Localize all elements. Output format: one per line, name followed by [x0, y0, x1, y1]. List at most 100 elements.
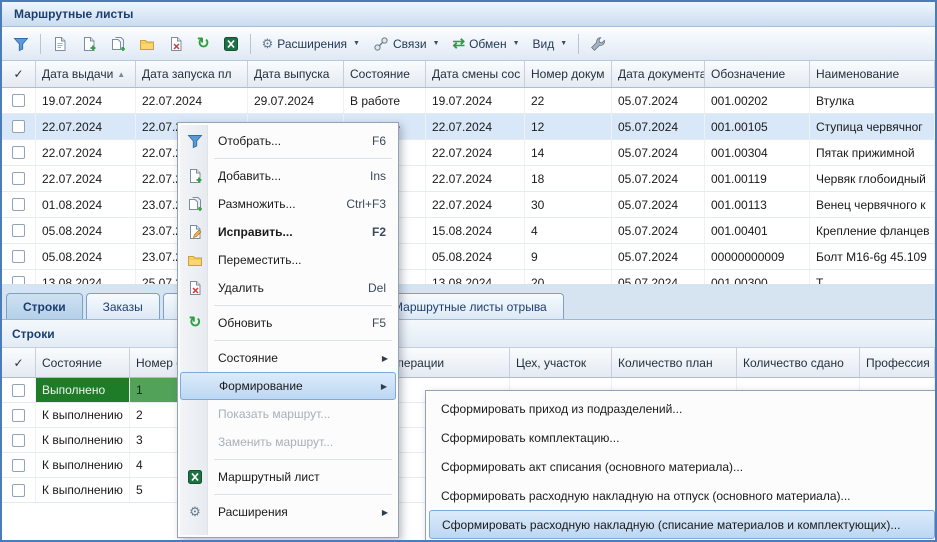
extensions-dropdown[interactable]: ⚙ Расширения ▼ [257, 32, 365, 56]
view-dropdown[interactable]: Вид ▼ [528, 32, 573, 56]
cell: 05.08.2024 [36, 218, 136, 243]
route-sheets-table: ✓ Дата выдачи▲ Дата запуска пл Дата выпу… [2, 61, 935, 284]
row-checkbox[interactable] [12, 459, 25, 472]
row-checkbox[interactable] [12, 198, 25, 211]
column-header-release-date[interactable]: Дата выпуска [248, 61, 344, 87]
cell: К выполнению [36, 403, 130, 427]
column-header-state[interactable]: Состояние [36, 348, 130, 377]
page-plus-icon [81, 36, 97, 52]
menu-item-filter[interactable]: Отобрать... F6 [180, 127, 396, 155]
settings-wrench-button[interactable] [585, 32, 611, 56]
table-row-selected[interactable]: 22.07.2024 22.07.2024 26.07.2024 В работ… [2, 114, 935, 140]
app-window: Маршрутные листы ↻ ⚙ Расширения ▼ Связи … [0, 0, 937, 542]
sort-asc-icon: ▲ [117, 70, 125, 79]
move-button[interactable] [134, 32, 160, 56]
row-checkbox[interactable] [12, 94, 25, 107]
cell: 001.00401 [705, 218, 810, 243]
cell [2, 378, 36, 402]
delete-button[interactable] [163, 32, 189, 56]
cell: 22.07.2024 [36, 140, 136, 165]
add-button[interactable] [76, 32, 102, 56]
column-header-qty-done[interactable]: Количество сдано [737, 348, 860, 377]
submenu-item-expense-invoice[interactable]: Сформировать расходную накладную (списан… [429, 510, 935, 539]
row-checkbox[interactable] [12, 484, 25, 497]
table-row[interactable]: 19.07.2024 22.07.2024 29.07.2024 В работ… [2, 88, 935, 114]
filter-button[interactable] [8, 32, 34, 56]
table-row[interactable]: 22.07.2024 22.07.2024 22.07.2024 18 05.0… [2, 166, 935, 192]
submenu-item-incoming[interactable]: Сформировать приход из подразделений... [429, 394, 935, 423]
refresh-button[interactable]: ↻ [192, 32, 215, 56]
column-header-name[interactable]: Наименование [810, 61, 935, 87]
column-header-shop-section[interactable]: Цех, участок [510, 348, 612, 377]
exchange-dropdown[interactable]: ⇄ Обмен ▼ [448, 32, 525, 56]
menu-item-add[interactable]: Добавить... Ins [180, 162, 396, 190]
cell: 14 [525, 140, 612, 165]
row-checkbox[interactable] [12, 276, 25, 284]
column-header-launch-date[interactable]: Дата запуска пл [136, 61, 248, 87]
cell: Венец червячного к [810, 192, 935, 217]
duplicate-button[interactable] [105, 32, 131, 56]
column-header-state[interactable]: Состояние [344, 61, 426, 87]
funnel-icon [13, 36, 29, 52]
column-header-state-change-date[interactable]: Дата смены сос [426, 61, 525, 87]
menu-item-delete[interactable]: Удалить Del [180, 274, 396, 302]
menu-separator [214, 340, 392, 341]
menu-item-refresh[interactable]: ↻ Обновить F5 [180, 309, 396, 337]
tab-rows[interactable]: Строки [6, 293, 83, 319]
cell: 05.08.2024 [426, 244, 525, 269]
column-header-operations[interactable]: Операции [382, 348, 510, 377]
row-checkbox[interactable] [12, 384, 25, 397]
table-row-partial[interactable]: 13.08.2024 25.07.2024 13.08.2024 20 05.0… [2, 270, 935, 284]
column-header-doc-number[interactable]: Номер докум [525, 61, 612, 87]
cell: 19.07.2024 [36, 88, 136, 113]
menu-item-state[interactable]: Состояние ▶ [180, 344, 396, 372]
links-dropdown[interactable]: Связи ▼ [368, 32, 445, 56]
column-header-issue-date[interactable]: Дата выдачи▲ [36, 61, 136, 87]
table-row[interactable]: 05.08.2024 23.07.2024 15.08.2024 4 05.07… [2, 218, 935, 244]
submenu-item-issue-invoice[interactable]: Сформировать расходную накладную на отпу… [429, 481, 935, 510]
submenu-item-writeoff-act[interactable]: Сформировать акт списания (основного мат… [429, 452, 935, 481]
row-checkbox[interactable] [12, 120, 25, 133]
menu-item-move[interactable]: Переместить... [180, 246, 396, 274]
new-document-button[interactable] [47, 32, 73, 56]
row-checkbox[interactable] [12, 250, 25, 263]
cell: 05.07.2024 [612, 244, 705, 269]
submenu-item-kitting[interactable]: Сформировать комплектацию... [429, 423, 935, 452]
cell: 22.07.2024 [426, 140, 525, 165]
wrench-icon [590, 36, 606, 52]
cell: 001.00304 [705, 140, 810, 165]
column-header-doc-date[interactable]: Дата документа [612, 61, 705, 87]
submenu-arrow-icon: ▶ [382, 354, 388, 363]
submenu-arrow-icon: ▶ [382, 508, 388, 517]
table-row[interactable]: 22.07.2024 22.07.2024 22.07.2024 14 05.0… [2, 140, 935, 166]
row-checkbox[interactable] [12, 434, 25, 447]
column-header-designation[interactable]: Обозначение [705, 61, 810, 87]
detail-tabs: Строки Заказы Со Маршрутные листы отрыва [2, 284, 935, 320]
row-checkbox[interactable] [12, 224, 25, 237]
column-header-qty-plan[interactable]: Количество план [612, 348, 737, 377]
column-header-check[interactable]: ✓ [2, 348, 36, 377]
table-row[interactable]: 05.08.2024 23.07.2024 05.08.2024 9 05.07… [2, 244, 935, 270]
cell [2, 428, 36, 452]
tab-tearoff-route-sheets[interactable]: Маршрутные листы отрыва [376, 293, 564, 319]
menu-item-edit[interactable]: Исправить... F2 [180, 218, 396, 246]
row-checkbox[interactable] [12, 172, 25, 185]
cell: К выполнению [36, 428, 130, 452]
row-checkbox[interactable] [12, 409, 25, 422]
cell: 13.08.2024 [426, 270, 525, 284]
menu-separator [214, 158, 392, 159]
menu-item-formation[interactable]: Формирование ▶ [180, 372, 396, 400]
table-row[interactable]: 01.08.2024 23.07.2024 22.07.2024 30 05.0… [2, 192, 935, 218]
menu-item-duplicate[interactable]: Размножить... Ctrl+F3 [180, 190, 396, 218]
excel-button[interactable] [218, 32, 244, 56]
menu-item-extensions[interactable]: ⚙ Расширения ▶ [180, 498, 396, 526]
extensions-label: Расширения [277, 37, 347, 51]
tab-orders[interactable]: Заказы [86, 293, 160, 319]
links-icon [373, 36, 389, 52]
column-header-check[interactable]: ✓ [2, 61, 36, 87]
row-checkbox[interactable] [12, 146, 25, 159]
cell: 22.07.2024 [136, 88, 248, 113]
cell: Втулка [810, 88, 935, 113]
menu-item-route-sheet[interactable]: Маршрутный лист [180, 463, 396, 491]
column-header-profession[interactable]: Профессия [860, 348, 935, 377]
